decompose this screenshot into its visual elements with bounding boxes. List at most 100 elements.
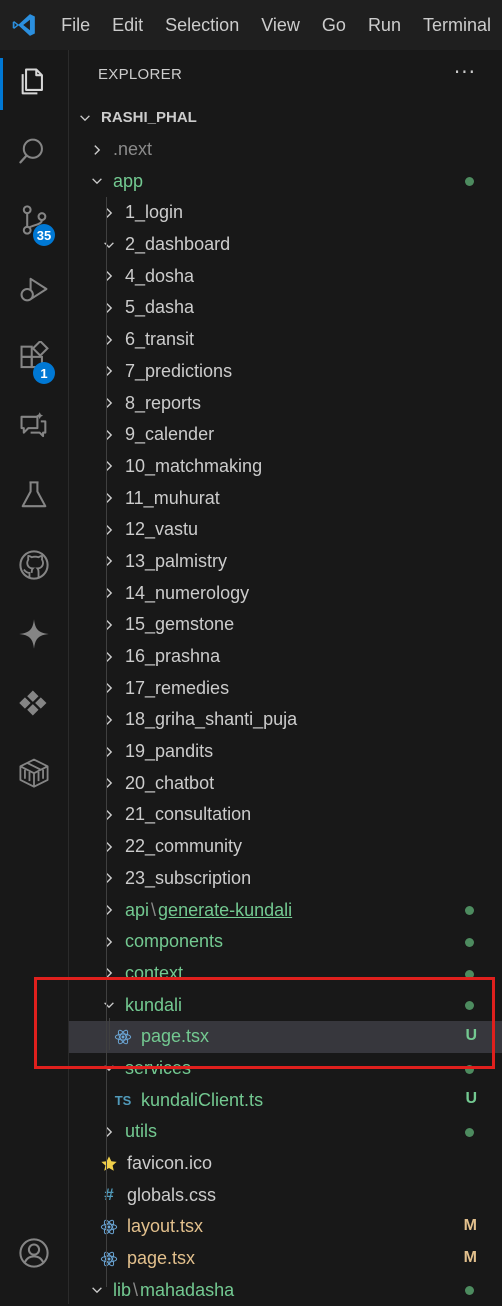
folder-14-numerology[interactable]: 14_numerology [69, 577, 502, 609]
tree-item-sublabel: generate-kundali [158, 899, 293, 920]
menu-view[interactable]: View [250, 15, 311, 36]
activity-search[interactable] [0, 123, 68, 183]
file-kundaliclient-ts[interactable]: TS kundaliClient.ts U [69, 1084, 502, 1116]
folder-api[interactable]: api \ generate-kundali [69, 894, 502, 926]
changes-dot-indicator [465, 1128, 474, 1137]
menu-go[interactable]: Go [311, 15, 357, 36]
activity-github[interactable] [0, 537, 68, 597]
tree-item-label: kundali [125, 994, 183, 1015]
chevron-right-icon [101, 617, 117, 633]
tree-item-label: page.tsx [141, 1026, 210, 1047]
tree-item-label: 21_consultation [125, 804, 252, 825]
git-status-badge: U [465, 1090, 477, 1108]
react-file-icon [113, 1028, 133, 1046]
activity-testing[interactable] [0, 468, 68, 528]
file-globals-css[interactable]: # globals.css [69, 1179, 502, 1211]
file-page-tsx[interactable]: page.tsx U [69, 1020, 502, 1053]
folder-8-reports[interactable]: 8_reports [69, 387, 502, 419]
folder-15-gemstone[interactable]: 15_gemstone [69, 609, 502, 641]
folder-21-consultation[interactable]: 21_consultation [69, 799, 502, 831]
file-page-tsx[interactable]: page.tsx M [69, 1243, 502, 1275]
folder-6-transit[interactable]: 6_transit [69, 324, 502, 356]
menu-selection[interactable]: Selection [154, 15, 250, 36]
account-icon [17, 1236, 51, 1274]
activity-run-debug[interactable] [0, 261, 68, 321]
chevron-right-icon [101, 744, 117, 760]
folder-20-chatbot[interactable]: 20_chatbot [69, 767, 502, 799]
folder-22-community[interactable]: 22_community [69, 831, 502, 863]
tree-item-label: 22_community [125, 836, 243, 857]
folder-13-palmistry[interactable]: 13_palmistry [69, 546, 502, 578]
tree-item-label: 15_gemstone [125, 614, 235, 635]
chevron-right-icon [101, 839, 117, 855]
activity-copilot[interactable] [0, 606, 68, 666]
chevron-right-icon [101, 934, 117, 950]
tree-item-label: app [113, 170, 144, 191]
github-icon [17, 548, 51, 586]
tree-item-label: globals.css [127, 1184, 217, 1205]
more-actions-icon[interactable]: ··· [454, 60, 476, 84]
tree-item-label: kundaliClient.ts [141, 1089, 264, 1110]
menu-edit[interactable]: Edit [101, 15, 154, 36]
activity-remote[interactable] [0, 675, 68, 735]
title-bar: File Edit Selection View Go Run Terminal [0, 0, 502, 50]
folder-services[interactable]: services [69, 1053, 502, 1085]
changes-dot-indicator [465, 969, 474, 979]
folder-components[interactable]: components [69, 926, 502, 958]
folder-utils[interactable]: utils [69, 1116, 502, 1148]
folder-7-predictions[interactable]: 7_predictions [69, 356, 502, 388]
folder-lib[interactable]: lib \ mahadasha [69, 1274, 502, 1306]
folder-4-dosha[interactable]: 4_dosha [69, 260, 502, 292]
chevron-right-icon [101, 649, 117, 665]
folder-2-dashboard[interactable]: 2_dashboard [69, 229, 502, 261]
folder-9-calender[interactable]: 9_calender [69, 419, 502, 451]
activity-containers[interactable] [0, 744, 68, 804]
tree-item-label: 18_griha_shanti_puja [125, 709, 298, 730]
activity-chat[interactable] [0, 399, 68, 459]
folder-1-login[interactable]: 1_login [69, 197, 502, 229]
chevron-right-icon [101, 553, 117, 569]
folder-18-griha-shanti-puja[interactable]: 18_griha_shanti_puja [69, 704, 502, 736]
path-separator: \ [151, 899, 157, 920]
folder-12-vastu[interactable]: 12_vastu [69, 514, 502, 546]
folder-23-subscription[interactable]: 23_subscription [69, 863, 502, 895]
changes-dot-indicator [465, 937, 474, 947]
accounts-button[interactable] [0, 1225, 68, 1285]
chevron-right-icon [89, 142, 105, 158]
activity-extensions[interactable]: 1 [0, 330, 68, 390]
tree-item-label: 6_transit [125, 329, 195, 350]
folder-5-dasha[interactable]: 5_dasha [69, 292, 502, 324]
chevron-right-icon [101, 268, 117, 284]
changes-dot-indicator [465, 1286, 474, 1296]
folder-17-remedies[interactable]: 17_remedies [69, 672, 502, 704]
folder-next[interactable]: .next [69, 134, 502, 166]
folder-context[interactable]: context [69, 958, 502, 990]
menu-file[interactable]: File [47, 15, 101, 36]
folder-10-matchmaking[interactable]: 10_matchmaking [69, 451, 502, 483]
folder-19-pandits[interactable]: 19_pandits [69, 736, 502, 768]
vscode-logo-icon [0, 0, 47, 50]
menu-run[interactable]: Run [357, 15, 412, 36]
workspace-root[interactable]: RASHI_PHAL [69, 102, 502, 134]
tree-item-label: layout.tsx [127, 1216, 204, 1237]
file-favicon-ico[interactable]: favicon.ico [69, 1148, 502, 1180]
chevron-down-icon [101, 1060, 117, 1076]
activity-explorer[interactable] [0, 54, 68, 114]
folder-kundali[interactable]: kundali [69, 989, 502, 1021]
git-status-badge: M [463, 1217, 477, 1235]
explorer-sidebar: EXPLORER ··· RASHI_PHAL .next app 1_login 2… [69, 50, 502, 1304]
chevron-down-icon [89, 1282, 105, 1298]
changes-dot-indicator [465, 177, 474, 187]
tree-item-label: 14_numerology [125, 582, 250, 603]
tree-item-label: services [125, 1057, 192, 1078]
folder-11-muhurat[interactable]: 11_muhurat [69, 482, 502, 514]
chevron-right-icon [101, 775, 117, 791]
tree-item-label: 7_predictions [125, 360, 233, 381]
file-layout-tsx[interactable]: layout.tsx M [69, 1211, 502, 1243]
tree-item-label: api [125, 899, 150, 920]
activity-source-control[interactable]: 35 [0, 192, 68, 252]
menu-terminal[interactable]: Terminal [412, 15, 502, 36]
folder-16-prashna[interactable]: 16_prashna [69, 641, 502, 673]
tree-item-label: 16_prashna [125, 646, 221, 667]
folder-app[interactable]: app [69, 165, 502, 197]
